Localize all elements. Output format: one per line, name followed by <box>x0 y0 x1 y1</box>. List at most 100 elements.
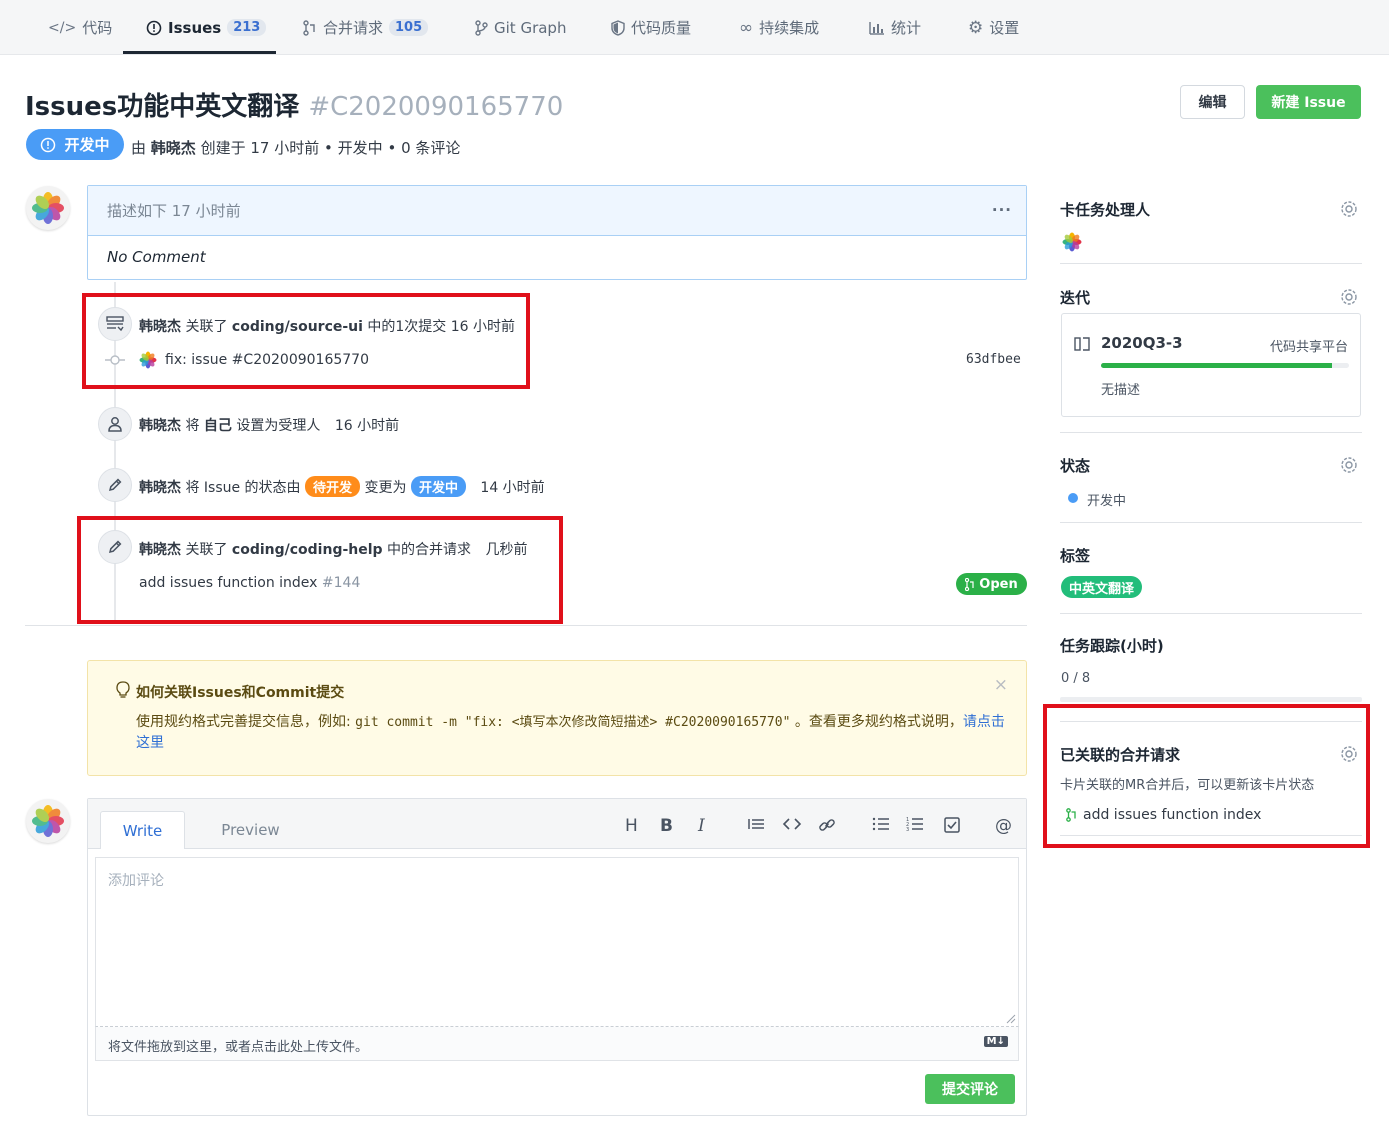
lightbulb-icon <box>116 681 130 698</box>
comment-editor: Write Preview H B I 123 @ 添加评论 将文件拖放到这里，… <box>87 798 1027 1116</box>
photos-flower-icon <box>32 192 64 224</box>
label-tag[interactable]: 中英文翻译 <box>1061 576 1143 598</box>
tab-code[interactable]: </> 代码 <box>48 0 112 55</box>
gear-icon[interactable] <box>1340 456 1358 474</box>
issue-status-icon <box>41 137 56 152</box>
iteration-name: 2020Q3-3 <box>1101 334 1183 352</box>
status-from-badge: 待开发 <box>305 476 361 497</box>
description-header: 描述如下 17 小时前 ··· <box>88 186 1026 236</box>
issue-number: #C2020090165770 <box>308 92 564 122</box>
link-icon[interactable] <box>818 816 836 839</box>
iteration-icon <box>1074 337 1090 351</box>
issue-meta: 由 韩晓杰 创建于 17 小时前 • 开发中 • 0 条评论 <box>131 137 460 158</box>
divider <box>1060 522 1362 523</box>
tab-issues[interactable]: Issues 213 <box>146 0 267 55</box>
mention-icon[interactable]: @ <box>995 816 1012 836</box>
tab-settings[interactable]: ⚙ 设置 <box>968 0 1019 55</box>
divider <box>25 625 1027 626</box>
meta-state: 开发中 <box>337 139 383 157</box>
heading-icon[interactable]: H <box>625 816 638 836</box>
new-issue-button[interactable]: 新建 Issue <box>1256 85 1361 119</box>
tab-label: Issues <box>168 18 222 37</box>
edit-button[interactable]: 编辑 <box>1180 85 1245 119</box>
bullet-list-icon[interactable] <box>872 816 890 837</box>
task-list-icon[interactable] <box>943 816 961 839</box>
code-icon[interactable] <box>782 816 802 837</box>
event-user[interactable]: 韩晓杰 <box>139 418 181 434</box>
tab-preview[interactable]: Preview <box>208 811 293 849</box>
gear-icon[interactable] <box>1340 288 1358 306</box>
event-time: 16 小时前 <box>334 418 400 434</box>
gear-icon[interactable] <box>1340 200 1358 218</box>
tab-label: 持续集成 <box>759 19 820 37</box>
tip-title: 如何关联Issues和Commit提交 <box>136 685 345 701</box>
avatar[interactable] <box>26 186 70 230</box>
assignee-avatar[interactable] <box>1062 232 1082 256</box>
pencil-icon <box>108 478 122 492</box>
status-dot-icon <box>1068 493 1078 503</box>
tab-merge-requests[interactable]: 合并请求 105 <box>303 0 429 55</box>
comment-textarea[interactable]: 添加评论 <box>95 857 1019 1027</box>
status-value: 开发中 <box>1087 494 1127 509</box>
status-to-badge: 开发中 <box>410 476 466 497</box>
iteration-project: 代码共享平台 <box>1269 340 1348 355</box>
iteration-card[interactable]: 2020Q3-3 代码共享平台 无描述 <box>1061 313 1361 417</box>
timeline-event-status: 韩晓杰 将 Issue 的状态由 待开发 变更为 开发中 14 小时前 <box>139 476 545 497</box>
divider <box>1060 263 1362 264</box>
close-icon[interactable]: × <box>994 675 1008 695</box>
code-icon: </> <box>48 19 77 36</box>
avatar[interactable] <box>26 799 70 843</box>
bold-icon[interactable]: B <box>660 816 673 836</box>
resize-handle-icon[interactable] <box>1006 1014 1016 1024</box>
upload-dropzone[interactable]: 将文件拖放到这里，或者点击此处上传文件。 M↓ <box>95 1027 1019 1061</box>
shield-icon <box>611 19 625 36</box>
tab-label: 合并请求 <box>323 19 384 37</box>
quote-icon[interactable] <box>747 816 765 837</box>
active-tab-indicator <box>123 51 276 54</box>
editor-toolbar: Write Preview H B I 123 @ <box>88 799 1026 849</box>
tab-code-quality[interactable]: 代码质量 <box>611 0 691 55</box>
event-mid: 变更为 <box>364 480 407 496</box>
mr-open-label: Open <box>979 576 1018 592</box>
tab-label: 代码 <box>82 19 113 37</box>
tab-label: Git Graph <box>494 18 567 37</box>
iteration-section-title: 迭代 <box>1060 289 1091 307</box>
tab-label: 代码质量 <box>631 19 692 37</box>
meta-created: 创建于 17 小时前 <box>200 139 320 157</box>
highlight-box <box>77 516 563 624</box>
commit-hash-link[interactable]: 63dfbee <box>966 352 1021 367</box>
more-options-icon[interactable]: ··· <box>992 201 1012 219</box>
markdown-icon: M↓ <box>983 1036 1008 1047</box>
meta-separator: • <box>324 139 333 157</box>
author-link[interactable]: 韩晓杰 <box>151 139 196 157</box>
italic-icon[interactable]: I <box>698 816 705 836</box>
tab-label: 统计 <box>891 19 922 37</box>
event-user[interactable]: 韩晓杰 <box>139 480 181 496</box>
iteration-progress-bar <box>1101 363 1349 368</box>
event-time: 14 小时前 <box>480 480 545 496</box>
tip-body: 使用规约格式完善提交信息，例如: git commit -m "fix: <填写… <box>136 712 1006 754</box>
gear-icon: ⚙ <box>968 17 984 38</box>
comment-placeholder: 添加评论 <box>108 873 164 889</box>
timeline-event-assignee: 韩晓杰 将 自己 设置为受理人 16 小时前 <box>139 415 399 435</box>
numbered-list-icon[interactable]: 123 <box>906 816 924 837</box>
event-rest: 设置为受理人 <box>236 418 321 434</box>
merge-request-icon <box>965 577 974 591</box>
issue-title: Issues功能中英文翻译 #C2020090165770 <box>25 86 563 123</box>
timeline-event-icon <box>98 407 132 441</box>
tab-statistics[interactable]: 统计 <box>869 0 921 55</box>
iteration-description: 无描述 <box>1101 383 1141 398</box>
status-badge-label: 开发中 <box>64 136 110 154</box>
tracking-value: 0 / 8 <box>1061 671 1091 686</box>
description-header-text: 描述如下 17 小时前 <box>107 202 241 220</box>
submit-comment-button[interactable]: 提交评论 <box>925 1074 1015 1104</box>
tab-ci[interactable]: ∞ 持续集成 <box>739 0 819 55</box>
event-target: 自己 <box>203 418 232 434</box>
tab-git-graph[interactable]: Git Graph <box>474 0 566 55</box>
merge-request-icon <box>303 19 315 36</box>
issue-icon <box>146 20 162 35</box>
user-icon <box>108 417 122 432</box>
labels-section-title: 标签 <box>1060 547 1091 565</box>
tip-code-sample: git commit -m "fix: <填写本次修改简短描述> #C20200… <box>355 715 791 730</box>
tab-write[interactable]: Write <box>100 811 185 849</box>
